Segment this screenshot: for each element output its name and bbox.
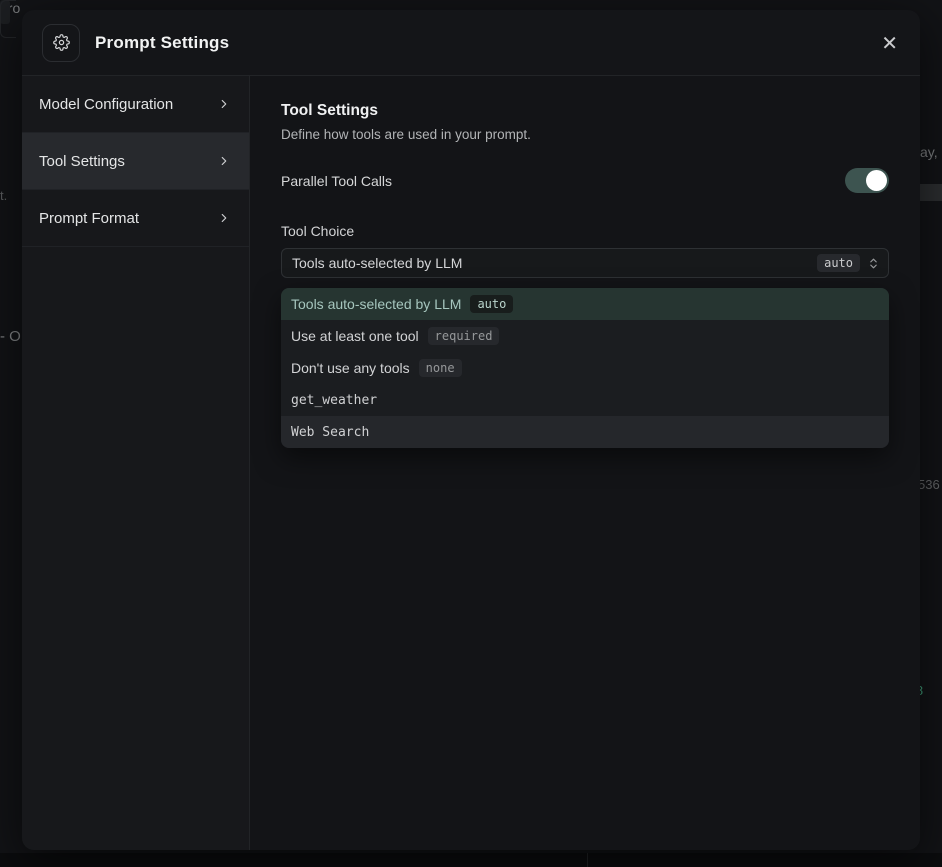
backdrop-text-fragment: ay,: [920, 144, 938, 160]
panel-heading: Tool Settings: [281, 102, 889, 120]
tool-choice-selected-badge: auto: [817, 254, 860, 272]
tool-choice-select[interactable]: Tools auto-selected by LLM auto: [281, 248, 889, 278]
option-badge: auto: [470, 295, 513, 313]
sidebar-item-label: Prompt Format: [39, 210, 217, 227]
backdrop-text-fragment: t.: [0, 188, 7, 203]
tool-choice-label: Tool Choice: [281, 223, 889, 239]
gear-icon: [53, 34, 70, 51]
chevron-right-icon: [217, 154, 231, 168]
backdrop-text-fragment: - O: [0, 328, 21, 345]
prompt-settings-dialog: Prompt Settings ✕ Model Configuration To…: [22, 10, 920, 850]
chevron-up-down-icon: [867, 257, 880, 270]
panel-subtitle: Define how tools are used in your prompt…: [281, 127, 889, 142]
toggle-knob: [866, 170, 887, 191]
option-label: Web Search: [291, 425, 369, 440]
backdrop-text-fragment: 536: [918, 477, 940, 492]
dropdown-option-required[interactable]: Use at least one tool required: [281, 320, 889, 352]
backdrop-divider: [587, 853, 588, 867]
backdrop-shape: [0, 0, 16, 38]
chevron-right-icon: [217, 97, 231, 111]
backdrop-shape: [920, 184, 942, 201]
dropdown-option-web-search[interactable]: Web Search: [281, 416, 889, 448]
tool-settings-panel: Tool Settings Define how tools are used …: [250, 76, 920, 850]
option-label: get_weather: [291, 393, 377, 408]
option-label: Use at least one tool: [291, 328, 419, 344]
sidebar-item-prompt-format[interactable]: Prompt Format: [22, 190, 249, 247]
option-badge: required: [428, 327, 500, 345]
tool-choice-selected-value: Tools auto-selected by LLM: [292, 255, 817, 271]
backdrop-bottom-strip: [0, 853, 942, 867]
dropdown-option-auto[interactable]: Tools auto-selected by LLM auto: [281, 288, 889, 320]
settings-sidebar: Model Configuration Tool Settings Prompt…: [22, 76, 250, 850]
dropdown-option-get-weather[interactable]: get_weather: [281, 384, 889, 416]
parallel-tool-calls-label: Parallel Tool Calls: [281, 173, 392, 189]
dropdown-option-none[interactable]: Don't use any tools none: [281, 352, 889, 384]
option-badge: none: [419, 359, 462, 377]
tool-choice-dropdown: Tools auto-selected by LLM auto Use at l…: [281, 288, 889, 448]
dialog-header: Prompt Settings ✕: [22, 10, 920, 76]
option-label: Don't use any tools: [291, 360, 410, 376]
parallel-tool-calls-toggle[interactable]: [845, 168, 889, 193]
sidebar-item-label: Tool Settings: [39, 153, 217, 170]
dialog-title: Prompt Settings: [95, 33, 229, 53]
dialog-body: Model Configuration Tool Settings Prompt…: [22, 76, 920, 850]
sidebar-item-label: Model Configuration: [39, 96, 217, 113]
sidebar-item-tool-settings[interactable]: Tool Settings: [22, 133, 249, 190]
close-button[interactable]: ✕: [881, 33, 898, 53]
chevron-right-icon: [217, 211, 231, 225]
sidebar-item-model-configuration[interactable]: Model Configuration: [22, 76, 249, 133]
parallel-tool-calls-row: Parallel Tool Calls: [281, 168, 889, 193]
settings-gear-button[interactable]: [42, 24, 80, 62]
option-label: Tools auto-selected by LLM: [291, 296, 461, 312]
